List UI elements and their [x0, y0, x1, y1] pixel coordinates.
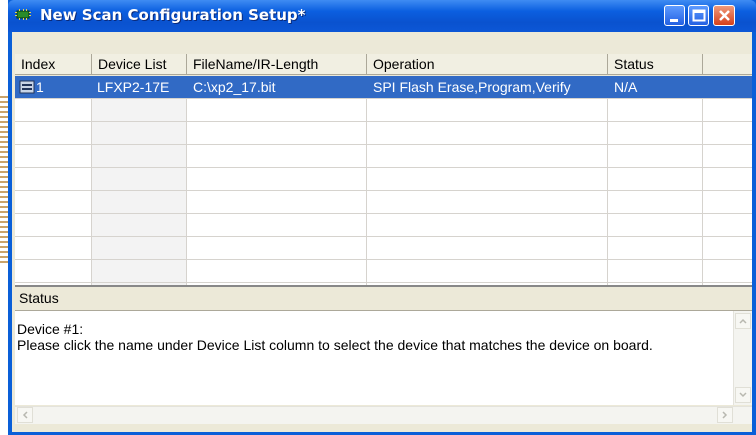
chevron-up-icon	[739, 318, 747, 324]
vertical-scrollbar[interactable]	[733, 311, 752, 405]
minimize-icon	[670, 19, 678, 22]
row-status: N/A	[614, 79, 638, 95]
scroll-up-button[interactable]	[735, 313, 751, 329]
chevron-left-icon	[22, 411, 28, 419]
app-window: New Scan Configuration Setup* Index Devi…	[8, 0, 756, 435]
chevron-down-icon	[739, 392, 747, 398]
chevron-right-icon	[722, 411, 728, 419]
row-device[interactable]: LFXP2-17E	[97, 78, 169, 96]
title-bar[interactable]: New Scan Configuration Setup*	[8, 0, 756, 32]
scroll-right-button[interactable]	[717, 407, 733, 423]
status-message-area: Device #1: Please click the name under D…	[15, 311, 752, 405]
row-file[interactable]: C:\xp2_17.bit	[193, 78, 276, 96]
column-header-index[interactable]: Index	[15, 54, 92, 75]
device-grid[interactable]: Index Device List FileName/IR-Length Ope…	[15, 54, 752, 303]
column-header-device-list[interactable]: Device List	[92, 54, 187, 75]
edge-dashes	[0, 96, 8, 266]
minimize-button[interactable]	[664, 5, 685, 26]
column-header-filename[interactable]: FileName/IR-Length	[187, 54, 367, 75]
grid-header: Index Device List FileName/IR-Length Ope…	[15, 54, 752, 76]
close-icon	[719, 10, 730, 21]
scroll-down-button[interactable]	[735, 387, 751, 403]
client-area: Index Device List FileName/IR-Length Ope…	[12, 32, 752, 432]
device-icon	[19, 79, 35, 100]
status-line-1: Device #1:	[17, 321, 84, 337]
column-header-operation[interactable]: Operation	[367, 54, 608, 75]
row-operation[interactable]: SPI Flash Erase,Program,Verify	[373, 78, 571, 96]
row-index: 1	[36, 79, 44, 95]
column-header-spacer	[703, 54, 752, 75]
window-title: New Scan Configuration Setup*	[40, 6, 306, 24]
scroll-left-button[interactable]	[17, 407, 33, 423]
status-message: Device #1: Please click the name under D…	[17, 321, 653, 353]
maximize-button[interactable]	[688, 5, 709, 26]
status-panel: Status Device #1: Please click the name …	[15, 285, 752, 435]
status-panel-title: Status	[15, 285, 752, 311]
column-header-status[interactable]: Status	[608, 54, 703, 75]
horizontal-scrollbar[interactable]	[15, 406, 752, 424]
chip-icon	[14, 8, 32, 21]
close-button[interactable]	[713, 5, 735, 26]
status-line-2: Please click the name under Device List …	[17, 337, 653, 353]
